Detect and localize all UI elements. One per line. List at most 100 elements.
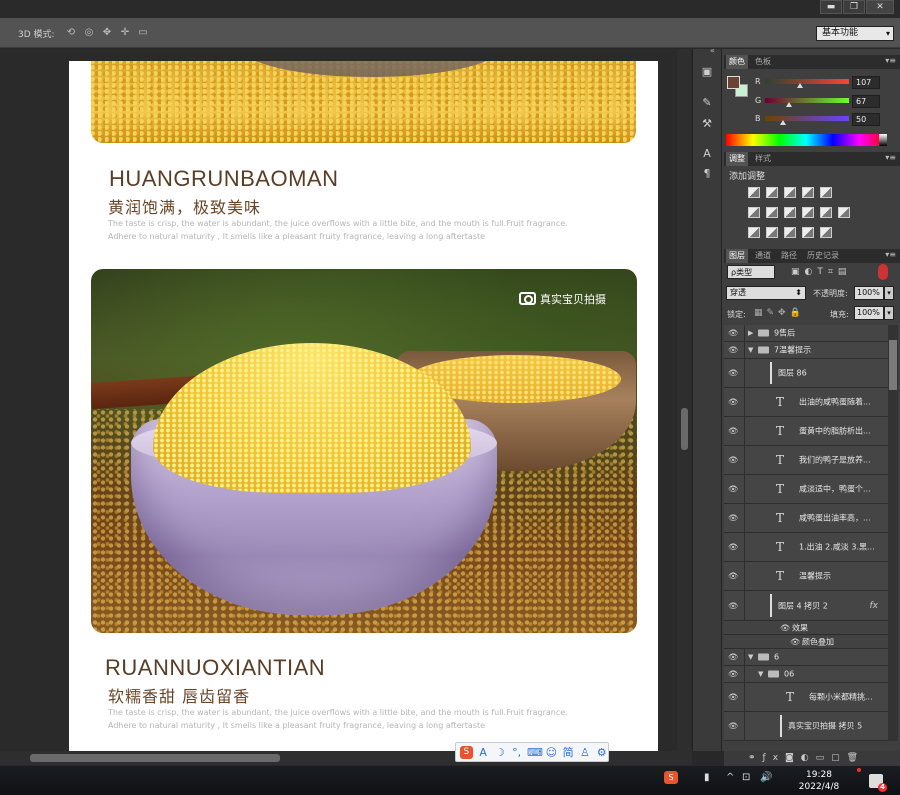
curves-icon[interactable] [784, 187, 796, 198]
foreground-color-swatch[interactable] [727, 76, 740, 89]
vibrance-icon[interactable] [820, 187, 832, 198]
photo-filter-icon[interactable] [802, 207, 814, 218]
channel-mixer-icon[interactable] [820, 207, 832, 218]
expand-arrow-icon[interactable]: ▶ [748, 329, 753, 337]
history-panel-icon[interactable]: ▣ [698, 64, 716, 80]
layer-row[interactable]: 👁 T 咸淡适中，鸭蛋个... [724, 475, 888, 504]
layer-row[interactable]: 👁 ▼ 7温馨提示 [724, 342, 888, 359]
visibility-eye-icon[interactable]: 👁 [728, 722, 738, 731]
canvas-horizontal-scroll-thumb[interactable] [30, 754, 280, 762]
layer-row[interactable]: 👁 T 咸鸭蛋出油率高，... [724, 504, 888, 533]
sogou-logo-icon[interactable]: S [460, 745, 473, 759]
3d-roll-icon[interactable]: ◎ [82, 26, 96, 39]
layer-row[interactable]: 👁 图层 4 拷贝 2 fx [724, 591, 888, 621]
panel-menu-icon[interactable]: ▾≡ [885, 153, 896, 162]
g-slider[interactable] [765, 98, 849, 103]
show-hidden-icons-icon[interactable]: ^ [726, 772, 734, 783]
layer-row[interactable]: 👁 T 每颗小米都精挑... [724, 683, 888, 712]
tab-styles[interactable]: 样式 [752, 152, 774, 166]
visibility-eye-icon[interactable]: 👁 [728, 456, 738, 465]
link-layers-icon[interactable]: ⚭ [748, 753, 763, 763]
exposure-icon[interactable] [802, 187, 814, 198]
color-lookup-icon[interactable] [838, 207, 850, 218]
hue-saturation-icon[interactable] [748, 207, 760, 218]
minimize-button[interactable]: ▬ [820, 0, 842, 14]
character-panel-icon[interactable]: A [698, 146, 716, 162]
layer-row[interactable]: 👁 颜色叠加 [724, 635, 888, 649]
visibility-eye-icon[interactable]: 👁 [728, 601, 738, 610]
layer-row[interactable]: 👁 T 蛋黄中的脂肪析出... [724, 417, 888, 446]
b-value-input[interactable]: 50 [852, 113, 880, 126]
panel-menu-icon[interactable]: ▾≡ [885, 250, 896, 259]
3d-scale-icon[interactable]: ▭ [136, 26, 150, 39]
tab-history[interactable]: 历史记录 [804, 249, 842, 263]
effect-eye-icon[interactable]: 👁 [790, 637, 800, 646]
effect-eye-icon[interactable]: 👁 [780, 623, 790, 632]
add-mask-icon[interactable]: ◙ [785, 753, 801, 763]
selective-color-icon[interactable] [802, 227, 814, 238]
collapse-arrow-icon[interactable]: ▼ [748, 653, 753, 661]
network-icon[interactable]: ⊡ [742, 772, 750, 783]
action-center-icon[interactable]: 4 [869, 774, 887, 792]
visibility-eye-icon[interactable]: 👁 [728, 485, 738, 494]
posterize-icon[interactable] [766, 227, 778, 238]
filter-toggle-icon[interactable] [878, 264, 888, 280]
r-slider-knob[interactable] [797, 83, 803, 88]
gear-icon[interactable]: ⚙ [595, 746, 608, 759]
3d-slide-icon[interactable]: ✛ [118, 26, 132, 39]
layer-row[interactable]: 👁 ▶ 9售后 [724, 325, 888, 342]
tool-presets-icon[interactable]: ⚒ [698, 116, 716, 132]
canvas-vertical-scrollbar[interactable] [677, 49, 691, 751]
collapse-arrow-icon[interactable]: ▼ [758, 670, 763, 678]
layer-kind-filter[interactable]: ρ类型 [727, 265, 775, 279]
restore-button[interactable]: ❐ [843, 0, 865, 14]
new-layer-icon[interactable]: ▢ [831, 753, 847, 763]
layers-scroll-thumb[interactable] [889, 340, 897, 390]
layer-row[interactable]: 👁 效果 [724, 621, 888, 635]
visibility-eye-icon[interactable]: 👁 [728, 369, 738, 378]
g-slider-knob[interactable] [786, 102, 792, 107]
brightness-icon[interactable] [748, 187, 760, 198]
visibility-eye-icon[interactable]: 👁 [728, 543, 738, 552]
opacity-input[interactable]: 100% [854, 286, 884, 300]
keyboard-icon[interactable]: ⌨ [527, 746, 543, 759]
fill-input[interactable]: 100% [854, 306, 884, 320]
layer-filter-icons[interactable]: ▣◐T⌗▤ [791, 267, 851, 277]
lock-icons[interactable]: ▦✎✥🔒 [754, 308, 805, 318]
new-adjustment-icon[interactable]: ◐ [801, 753, 816, 763]
tab-adjustments[interactable]: 调整 [726, 152, 748, 166]
taskbar-clock[interactable]: 19:28 2022/4/8 [792, 769, 846, 793]
new-group-icon[interactable]: ▭ [816, 753, 832, 763]
visibility-eye-icon[interactable]: 👁 [728, 572, 738, 581]
visibility-eye-icon[interactable]: 👁 [728, 653, 738, 662]
g-value-input[interactable]: 67 [852, 95, 880, 108]
visibility-eye-icon[interactable]: 👁 [728, 427, 738, 436]
visibility-eye-icon[interactable]: 👁 [728, 329, 738, 338]
layer-row[interactable]: 👁 图层 86 [724, 359, 888, 388]
user-icon[interactable]: ☺ [545, 746, 558, 759]
tab-color[interactable]: 颜色 [726, 55, 748, 69]
3d-drag-icon[interactable]: ✥ [100, 26, 114, 39]
3d-rotate-icon[interactable]: ⟲ [64, 26, 78, 39]
r-value-input[interactable]: 107 [852, 76, 880, 89]
punctuation-icon[interactable]: °, [510, 746, 523, 759]
document-canvas[interactable]: HUANGRUNBAOMAN 黄润饱满，极致美味 The taste is cr… [0, 49, 692, 751]
simplified-icon[interactable]: 简 [562, 744, 575, 760]
visibility-eye-icon[interactable]: 👁 [728, 346, 738, 355]
tab-paths[interactable]: 路径 [778, 249, 800, 263]
visibility-eye-icon[interactable]: 👁 [728, 398, 738, 407]
black-white-icon[interactable] [784, 207, 796, 218]
tab-channels[interactable]: 通道 [752, 249, 774, 263]
levels-icon[interactable] [766, 187, 778, 198]
opacity-dropdown-button[interactable]: ▾ [884, 286, 894, 300]
layer-row[interactable]: 👁 T 1.出油 2.咸淡 3.黑... [724, 533, 888, 562]
visibility-eye-icon[interactable]: 👁 [728, 693, 738, 702]
gradient-map-icon[interactable] [820, 227, 832, 238]
visibility-eye-icon[interactable]: 👁 [728, 514, 738, 523]
color-balance-icon[interactable] [766, 207, 778, 218]
collapse-arrows-icon[interactable]: « [710, 46, 715, 55]
color-spectrum-bar[interactable] [726, 134, 887, 146]
layer-row[interactable]: 👁 ▼ 6 [724, 649, 888, 666]
tab-swatches[interactable]: 色板 [752, 55, 774, 69]
layer-row[interactable]: 👁 T 温馨提示 [724, 562, 888, 591]
